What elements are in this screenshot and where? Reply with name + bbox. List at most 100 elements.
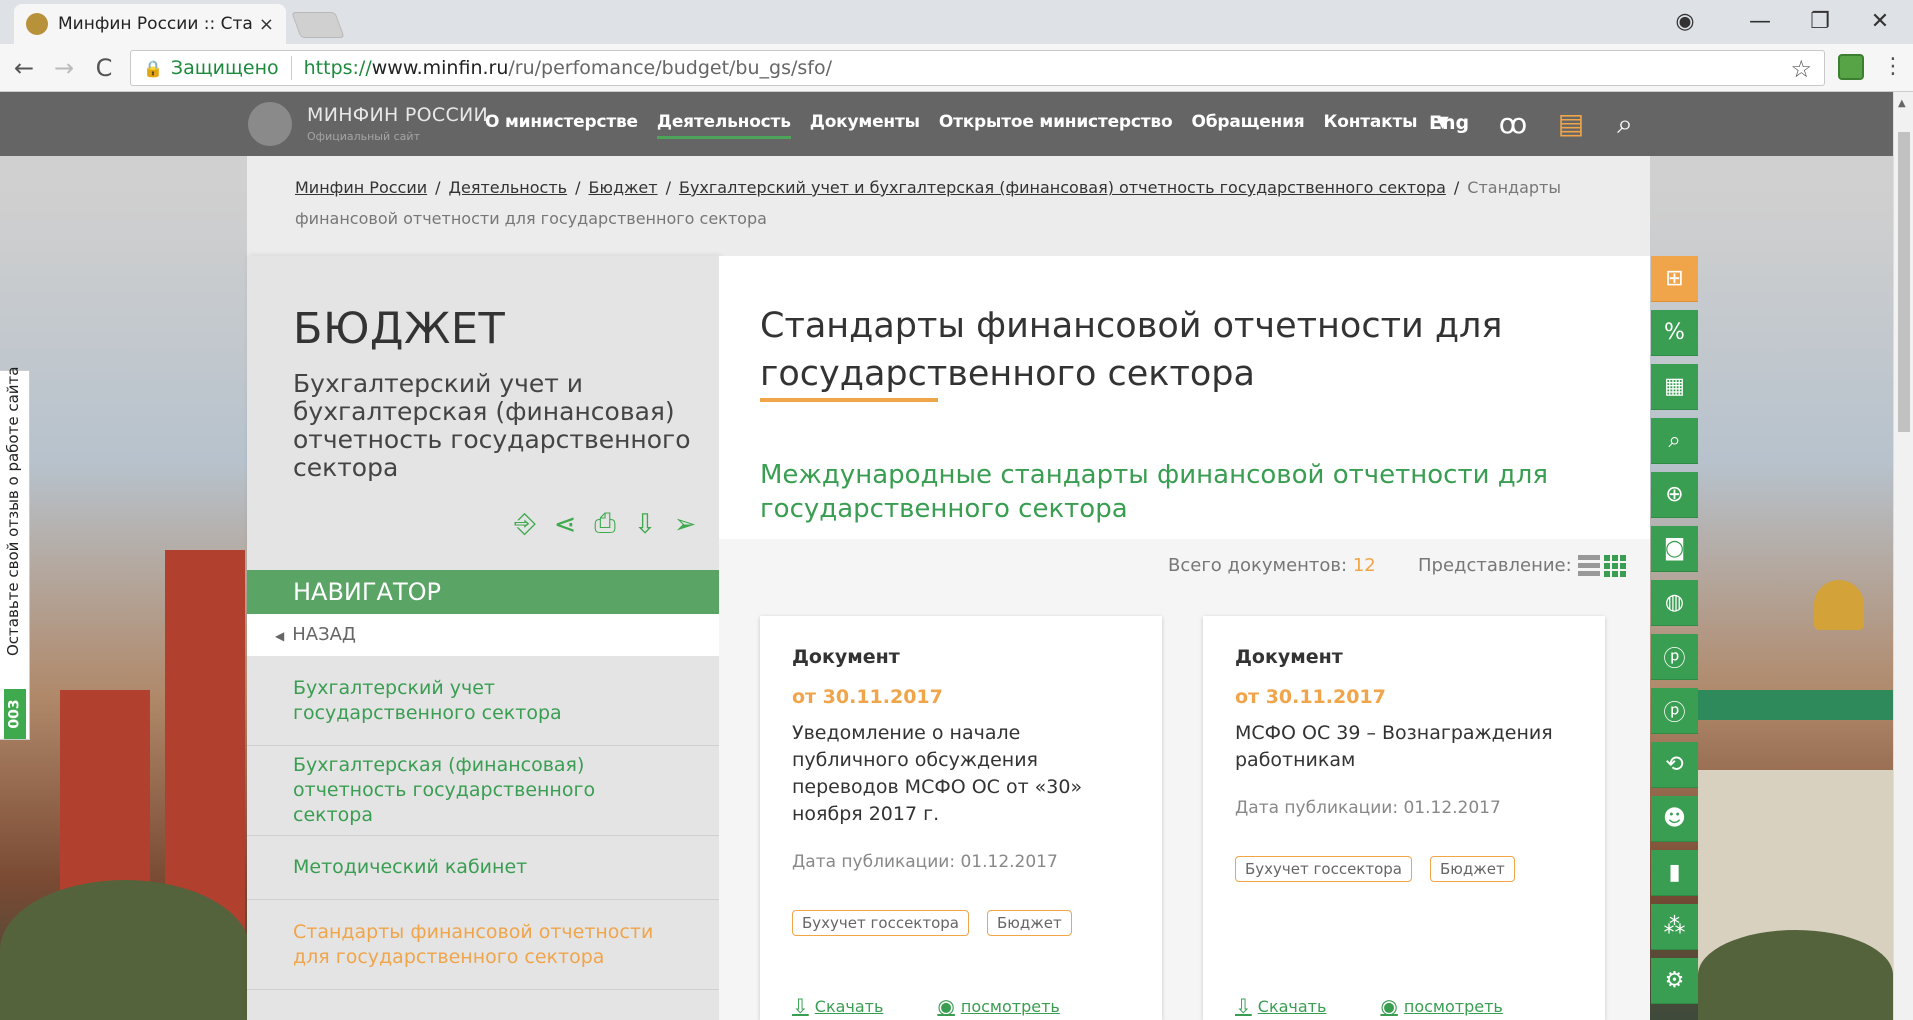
download-icon[interactable]: ⇩ xyxy=(625,506,665,542)
sidebar-item-accounting[interactable]: Бухгалтерский учет государственного сект… xyxy=(247,656,719,746)
url-scheme: https:// xyxy=(303,57,372,79)
menu-item-activity[interactable]: Деятельность xyxy=(656,112,791,139)
view-link[interactable]: ◉ посмотреть xyxy=(1380,994,1502,1018)
document-icon[interactable]: ▤ xyxy=(1553,106,1589,142)
main-menu: О министерстве Деятельность Документы От… xyxy=(485,112,1467,139)
download-label: Скачать xyxy=(1257,996,1327,1016)
url-path: /ru/perfomance/budget/bu_gs/sfo/ xyxy=(508,57,832,79)
page-scrollbar[interactable]: ▲ xyxy=(1893,92,1913,1020)
menu-item-contacts[interactable]: Контакты xyxy=(1324,112,1418,139)
language-switch[interactable]: Eng xyxy=(1429,112,1469,134)
people-icon[interactable]: ☻ xyxy=(1651,796,1698,842)
nav-back-button[interactable]: ◀ НАЗАД xyxy=(247,614,719,656)
content-container: Минфин России / Деятельность / Бюджет / Бухгал… xyxy=(247,156,1650,1020)
ruble-coin-icon[interactable]: ⓟ xyxy=(1651,634,1698,680)
main-header-area: Стандарты финансовой отчетности для госу… xyxy=(719,256,1650,539)
view-label: Представление: xyxy=(1418,555,1572,576)
view-label: посмотреть xyxy=(1403,996,1503,1016)
favicon-icon xyxy=(26,13,48,35)
address-bar-row: ← → C 🔒 Защищено https:// www.minfin.ru … xyxy=(0,44,1913,92)
total-label: Всего документов: xyxy=(1168,555,1348,576)
right-quicklinks: ⊞% ▦ ⌕ ⊕ ◙ ◍ ⓟ ⓟ ⟲ ☻ ▮ ⁂ ⚙ xyxy=(1651,256,1698,1020)
menu-item-documents[interactable]: Документы xyxy=(810,112,920,139)
sidebar-title: БЮДЖЕТ xyxy=(293,304,506,354)
document-card[interactable]: Документ от 30.11.2017 Уведомление о нач… xyxy=(760,616,1162,1020)
sidebar-item-methodology[interactable]: Методический кабинет xyxy=(247,836,719,900)
right-trees-shape xyxy=(1698,930,1893,1020)
download-link[interactable]: ⇩ Скачать xyxy=(1235,994,1326,1018)
list-view-icon[interactable] xyxy=(1578,555,1600,577)
bar-chart-icon[interactable]: ▮ xyxy=(1651,850,1698,896)
eye-icon: ◉ xyxy=(937,994,955,1018)
tag-budget[interactable]: Бюджет xyxy=(1430,856,1515,882)
brand-subtitle: Официальный сайт xyxy=(307,130,420,143)
calculator-icon[interactable]: ▦ xyxy=(1651,364,1698,410)
card-actions: ⇩ Скачать ◉ посмотреть xyxy=(1235,994,1557,1018)
money-bag-icon[interactable]: ◍ xyxy=(1651,580,1698,626)
globe-ruble-icon[interactable]: ⊕ xyxy=(1651,472,1698,518)
network-icon[interactable]: ⁂ xyxy=(1651,904,1698,950)
send-icon[interactable]: ➢ xyxy=(665,506,705,542)
breadcrumb-link-minfin[interactable]: Минфин России xyxy=(295,178,427,197)
sidebar-item-reporting[interactable]: Бухгалтерская (финансовая) отчетность го… xyxy=(247,746,719,836)
browser-menu-icon[interactable]: ⋮ xyxy=(1882,54,1904,79)
close-window-button[interactable]: ✕ xyxy=(1850,2,1910,40)
profile-icon[interactable]: ◉ xyxy=(1655,2,1715,40)
card-title[interactable]: МСФО ОС 39 – Вознаграждения работникам xyxy=(1235,720,1573,774)
minimize-button[interactable]: — xyxy=(1730,2,1790,40)
percent-icon[interactable]: % xyxy=(1651,310,1698,356)
coat-of-arms-logo[interactable] xyxy=(248,102,292,146)
bookmark-star-icon[interactable]: ☆ xyxy=(1790,55,1812,83)
document-card[interactable]: Документ от 30.11.2017 МСФО ОС 39 – Возн… xyxy=(1203,616,1605,1020)
restore-button[interactable]: ❐ xyxy=(1790,2,1850,40)
tag-accounting[interactable]: Бухучет госсектора xyxy=(792,910,969,936)
ruble-note-icon[interactable]: ◙ xyxy=(1651,526,1698,572)
sidebar-item-standards[interactable]: Стандарты финансовой отчетности для госу… xyxy=(247,900,719,990)
breadcrumb-separator: / xyxy=(575,178,581,197)
total-count: 12 xyxy=(1352,555,1376,576)
card-title[interactable]: Уведомление о начале публичного обсужден… xyxy=(792,720,1130,828)
card-tags: Бухучет госсектора Бюджет xyxy=(1235,856,1573,882)
ruble-circle-icon[interactable]: ⓟ xyxy=(1651,688,1698,734)
search-icon[interactable]: ⌕ xyxy=(1607,106,1643,142)
eye-icon: ◉ xyxy=(1380,994,1398,1018)
tag-accounting[interactable]: Бухучет госсектора xyxy=(1235,856,1412,882)
browser-tab[interactable]: Минфин России :: Станд × xyxy=(14,4,286,44)
page-title: Стандарты финансовой отчетности для госу… xyxy=(760,306,1503,394)
tab-close-icon[interactable]: × xyxy=(259,14,274,35)
scroll-up-icon[interactable]: ▲ xyxy=(1898,98,1906,109)
report-search-icon[interactable]: ⌕ xyxy=(1651,418,1698,464)
menu-item-open-ministry[interactable]: Открытое министерство xyxy=(939,112,1173,139)
scrollbar-thumb[interactable] xyxy=(1898,132,1910,432)
print-icon[interactable]: ⎙ xyxy=(585,506,625,542)
feedback-tab[interactable]: Оставьте свой отзыв о работе сайта 003 xyxy=(0,367,30,740)
brand-name[interactable]: МИНФИН РОССИИ xyxy=(307,104,488,126)
breadcrumb-link-budget[interactable]: Бюджет xyxy=(589,178,658,197)
tag-budget[interactable]: Бюджет xyxy=(987,910,1072,936)
view-label: посмотреть xyxy=(960,996,1060,1016)
export-icon[interactable]: ⎆ xyxy=(505,506,545,542)
view-link[interactable]: ◉ посмотреть xyxy=(937,994,1059,1018)
glasses-icon[interactable]: ꝏ xyxy=(1495,106,1531,142)
briefcase-icon[interactable]: ⊞ xyxy=(1651,256,1698,302)
download-link[interactable]: ⇩ Скачать xyxy=(792,994,883,1018)
breadcrumb-separator: / xyxy=(1453,178,1460,197)
card-published: Дата публикации: 01.12.2017 xyxy=(1235,798,1501,818)
exchange-icon[interactable]: ⟲ xyxy=(1651,742,1698,788)
menu-item-ministry[interactable]: О министерстве xyxy=(485,112,638,139)
extension-icon[interactable] xyxy=(1838,54,1864,80)
share-icon[interactable]: ⋖ xyxy=(545,506,585,542)
new-tab-button[interactable] xyxy=(291,12,345,38)
grid-view-icon[interactable] xyxy=(1604,555,1626,577)
forward-button[interactable]: → xyxy=(48,52,80,84)
breadcrumb-link-accounting[interactable]: Бухгалтерский учет и бухгалтерская (фина… xyxy=(679,178,1446,197)
breadcrumb-link-activity[interactable]: Деятельность xyxy=(449,178,568,197)
main-content: Стандарты финансовой отчетности для госу… xyxy=(719,256,1650,1020)
golden-dome-shape xyxy=(1814,580,1864,630)
navigator-header: НАВИГАТОР xyxy=(247,570,719,614)
reload-button[interactable]: C xyxy=(88,52,120,84)
url-input[interactable]: 🔒 Защищено https:// www.minfin.ru /ru/pe… xyxy=(130,50,1825,86)
menu-item-appeals[interactable]: Обращения xyxy=(1191,112,1304,139)
back-button[interactable]: ← xyxy=(8,52,40,84)
settings-doc-icon[interactable]: ⚙ xyxy=(1651,958,1698,1004)
